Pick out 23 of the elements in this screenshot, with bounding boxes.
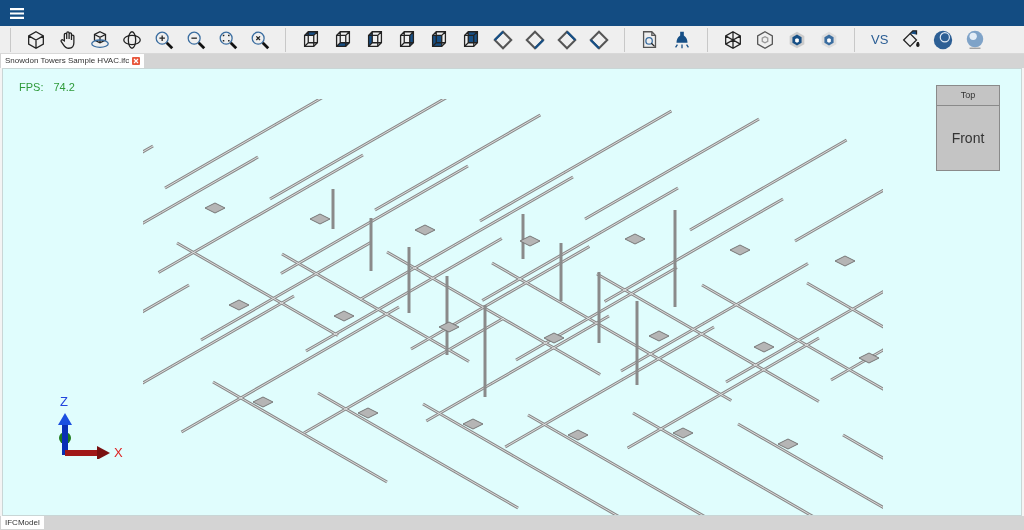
diamond-icon[interactable] — [556, 28, 578, 51]
orbit-cube-icon[interactable] — [89, 28, 111, 51]
z-axis-label: Z — [60, 395, 68, 408]
fps-label: FPS: — [19, 80, 44, 95]
view-cube-top-label[interactable]: Top — [960, 88, 976, 103]
diamond-icon[interactable] — [524, 28, 546, 51]
cube-icon[interactable] — [25, 28, 47, 51]
diamond-icon[interactable] — [588, 28, 610, 51]
x-axis-label: X — [114, 446, 123, 459]
vs-button[interactable]: VS — [869, 33, 891, 46]
sphere-icon[interactable] — [932, 28, 955, 51]
menu-icon[interactable] — [10, 6, 24, 20]
diamond-icon[interactable] — [492, 28, 514, 51]
model-tab[interactable]: IFCModel — [1, 516, 44, 529]
axis-gizmo-drawing — [55, 411, 111, 459]
document-tab[interactable]: Snowdon Towers Sample HVAC.ifc — [1, 54, 145, 68]
view-cube[interactable]: Top Front — [936, 85, 1000, 171]
fps-value: 74.2 — [53, 80, 75, 95]
3d-viewport[interactable]: FPS: 74.2 Top Front Z X — [2, 68, 1022, 516]
orbit-icon[interactable] — [121, 28, 143, 51]
wireframe-cube-icon[interactable] — [722, 28, 744, 51]
view-cube-front-label[interactable]: Front — [951, 127, 985, 149]
close-icon[interactable] — [132, 57, 141, 65]
